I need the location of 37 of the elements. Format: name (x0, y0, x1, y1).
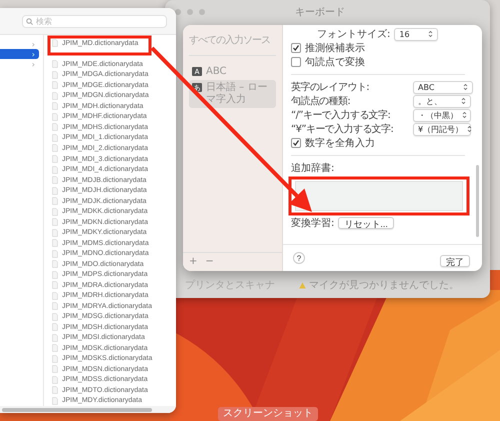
field-label: 英字のレイアウト: (291, 80, 370, 94)
scrollbar[interactable] (476, 165, 479, 237)
dictionary-list[interactable] (295, 181, 463, 211)
reset-button[interactable]: リセット... (338, 217, 394, 229)
updown-icon (467, 125, 472, 133)
field-label: フォントサイズ: (317, 28, 390, 41)
file-label[interactable]: スクリーンショット (218, 407, 318, 421)
field-label: 句読点の種類: (291, 94, 352, 108)
updown-icon (462, 111, 467, 119)
updown-icon (461, 97, 466, 105)
field-label: 変換学習: (291, 216, 334, 230)
warning-text: マイクが見つかりませんでした。 (309, 279, 459, 292)
done-button[interactable]: 完了 (440, 255, 470, 267)
updown-icon (463, 83, 468, 91)
document-icon (52, 39, 58, 48)
updown-icon (428, 30, 434, 38)
checkbox[interactable] (291, 43, 301, 53)
field-label: “¥”キーで入力する文字: (291, 122, 394, 136)
popup-menu[interactable]: ¥（円記号） (413, 122, 471, 136)
checkbox-label: 句読点で変換 (305, 56, 365, 69)
scrollbar[interactable] (2, 408, 152, 412)
field-label: 追加辞書: (291, 162, 336, 175)
search-field[interactable]: 検索 (22, 14, 167, 28)
checkbox[interactable] (291, 57, 301, 67)
sidebar-heading: すべての入力ソース (189, 33, 276, 56)
window-title: キーボード (295, 6, 345, 19)
help-button[interactable]: ? (293, 252, 305, 264)
folder-row[interactable]: › (0, 49, 39, 59)
checkbox[interactable] (291, 138, 301, 148)
checkbox-label: 数字を全角入力 (305, 136, 375, 150)
popup-menu[interactable]: 。と、 (413, 94, 471, 108)
font-size-stepper[interactable]: 16 (394, 28, 438, 40)
popup-menu[interactable]: ・（中黒） (413, 108, 471, 122)
checkbox-label: 推測候補表示 (305, 42, 365, 55)
popup-menu[interactable]: ABC (413, 80, 473, 94)
field-label: “/”キーで入力する文字: (291, 108, 392, 122)
search-icon (26, 18, 33, 24)
